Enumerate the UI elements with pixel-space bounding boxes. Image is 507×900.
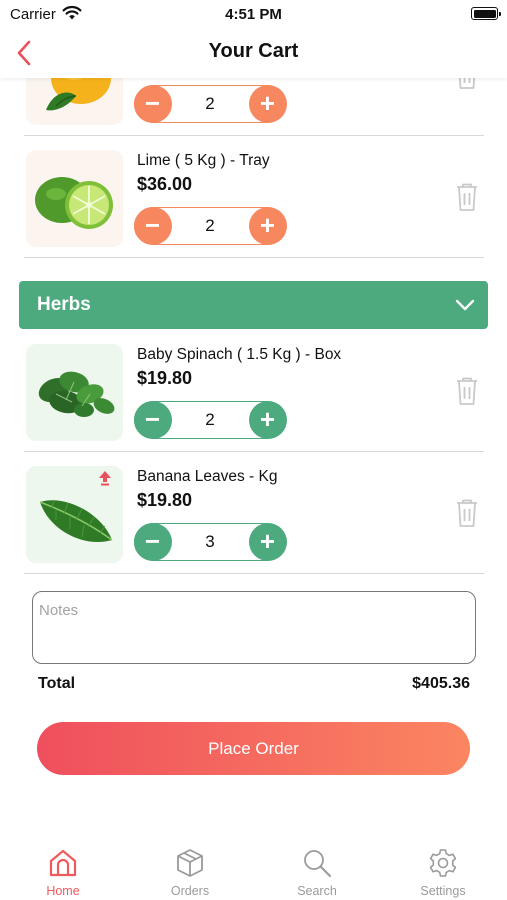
quantity-value: 2 xyxy=(205,410,215,429)
item-price: $19.80 xyxy=(137,490,193,510)
tab-bar: Home Orders Search Settings xyxy=(0,836,507,900)
item-name: Lime ( 5 Kg ) - Tray xyxy=(137,152,270,169)
cart-list[interactable]: − 2 + Lime (5 Kg) - Tray $36.00 − 2 + … xyxy=(0,78,507,576)
tab-home[interactable]: Home xyxy=(0,836,126,900)
decrease-quantity-button[interactable]: − xyxy=(133,206,172,245)
tab-orders[interactable]: Orders xyxy=(127,836,253,900)
arrow-up-icon xyxy=(99,471,111,486)
box-icon xyxy=(177,849,203,877)
tab-search[interactable]: Search xyxy=(254,836,380,900)
quantity-stepper: − 2 + xyxy=(133,206,287,245)
decrease-quantity-button[interactable]: − xyxy=(133,84,172,123)
cart-item: − 2 + xyxy=(24,78,484,136)
battery-icon xyxy=(471,7,501,20)
quantity-stepper: − 3 + xyxy=(133,522,287,561)
section-title: Herbs xyxy=(37,294,91,315)
cart-item: Baby Spinach ( 1.5 Kg ) - Box $19.80 − 2… xyxy=(24,330,484,452)
quantity-stepper: − 2 + xyxy=(133,84,287,123)
quantity-value: 2 xyxy=(205,94,215,113)
decrease-quantity-button[interactable]: − xyxy=(133,522,172,561)
increase-quantity-button[interactable]: + xyxy=(248,84,287,123)
tab-label: Search xyxy=(297,884,337,898)
search-icon xyxy=(304,850,331,877)
product-image-orange xyxy=(26,78,123,125)
item-name: Baby Spinach ( 1.5 Kg ) - Box xyxy=(137,346,342,363)
cart-item: Lime ( 5 Kg ) - Tray $36.00 − 2 + xyxy=(24,136,484,258)
tab-label: Settings xyxy=(420,884,466,898)
total-label: Total xyxy=(38,675,76,692)
item-price: $36.00 xyxy=(137,174,193,194)
page-title: Your Cart xyxy=(208,40,299,62)
delete-item-button[interactable] xyxy=(455,498,479,528)
decrease-quantity-button[interactable]: − xyxy=(133,400,172,439)
quantity-value: 2 xyxy=(205,216,215,235)
tab-label: Orders xyxy=(170,884,210,898)
delete-item-button[interactable] xyxy=(455,78,479,90)
quantity-stepper: − 2 + xyxy=(133,400,287,439)
increase-quantity-button[interactable]: + xyxy=(248,206,287,245)
clock: 4:51 PM xyxy=(225,6,282,23)
quantity-value: 3 xyxy=(205,532,215,551)
chevron-down-icon xyxy=(455,299,475,311)
product-image-lime xyxy=(26,150,123,247)
home-icon xyxy=(49,849,77,877)
item-price: $19.80 xyxy=(137,368,193,388)
delete-item-button[interactable] xyxy=(455,376,479,406)
notes-field[interactable] xyxy=(32,591,476,664)
tab-label: Home xyxy=(46,884,80,898)
status-bar: Carrier 4:51 PM xyxy=(0,0,507,28)
gear-icon xyxy=(429,849,457,877)
navigation-bar: Your Cart xyxy=(0,28,507,78)
cart-item: Banana Leaves - Kg $19.80 − 3 + xyxy=(24,452,484,574)
increase-quantity-button[interactable]: + xyxy=(248,400,287,439)
item-name: Banana Leaves - Kg xyxy=(137,468,278,485)
total-value: $405.36 xyxy=(412,675,470,692)
increase-quantity-button[interactable]: + xyxy=(248,522,287,561)
product-image-spinach xyxy=(26,344,123,441)
place-order-button[interactable]: Place Order xyxy=(37,722,470,775)
tab-settings[interactable]: Settings xyxy=(380,836,506,900)
section-header-herbs[interactable]: Herbs xyxy=(19,281,488,329)
delete-item-button[interactable] xyxy=(455,182,479,212)
